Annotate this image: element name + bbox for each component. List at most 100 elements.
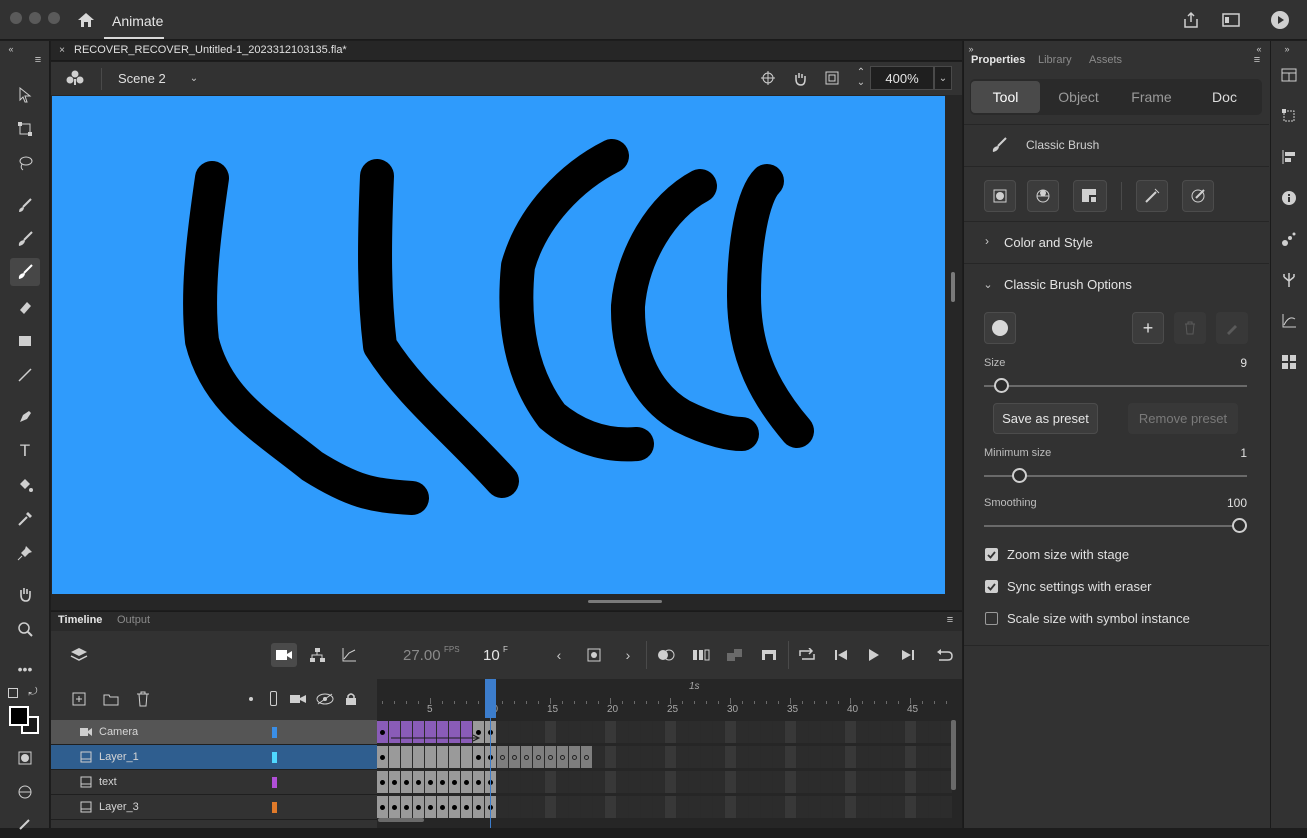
current-frame-value[interactable]: 10	[483, 647, 500, 664]
frame-cell[interactable]	[497, 771, 509, 793]
highlight-layers-icon[interactable]	[249, 697, 253, 701]
frame-cell[interactable]	[929, 721, 941, 743]
frame-cell[interactable]	[557, 796, 569, 818]
lock-fill-icon[interactable]	[1073, 180, 1107, 212]
frame-cell[interactable]	[785, 796, 797, 818]
frame-cell[interactable]	[689, 771, 701, 793]
frame-picker-icon[interactable]	[1279, 353, 1299, 371]
frame-cell[interactable]	[653, 796, 665, 818]
frame-cell[interactable]	[653, 771, 665, 793]
info-panel-icon[interactable]	[1279, 189, 1299, 207]
brush-tool-icon[interactable]	[10, 191, 40, 219]
frame-cell[interactable]	[617, 746, 629, 768]
pressure-sensitivity-icon[interactable]	[1136, 180, 1168, 212]
more-tools-icon[interactable]: •••	[10, 655, 40, 683]
frame-cell[interactable]	[761, 746, 773, 768]
layer-row-camera[interactable]: Camera	[51, 720, 377, 745]
test-movie-icon[interactable]	[1269, 9, 1291, 31]
frame-cell[interactable]	[749, 771, 761, 793]
selection-tool-icon[interactable]	[10, 81, 40, 109]
insert-keyframe-icon[interactable]	[584, 645, 604, 665]
edit-multiple-frames-icon[interactable]	[690, 645, 712, 665]
brush-shape-icon[interactable]	[984, 312, 1016, 344]
frame-cell[interactable]	[461, 746, 473, 768]
frame-cell[interactable]	[509, 771, 521, 793]
frame-cell[interactable]	[665, 771, 677, 793]
frame-cell[interactable]	[857, 796, 869, 818]
frame-cell[interactable]	[737, 771, 749, 793]
tools-menu-icon[interactable]: ≡	[32, 54, 44, 66]
onion-skin-icon[interactable]	[655, 645, 677, 665]
frame-cell[interactable]	[593, 796, 605, 818]
lasso-tool-icon[interactable]	[10, 149, 40, 177]
frame-cell[interactable]	[857, 771, 869, 793]
frame-cell[interactable]	[797, 721, 809, 743]
components-panel-icon[interactable]	[1279, 271, 1299, 289]
line-tool-icon[interactable]	[10, 361, 40, 389]
segment-object[interactable]: Object	[1044, 81, 1113, 113]
frame-cell[interactable]	[641, 796, 653, 818]
frame-cell[interactable]	[437, 746, 449, 768]
frame-cell[interactable]	[581, 771, 593, 793]
swatches-panel-icon[interactable]	[1279, 66, 1299, 84]
stage-vertical-scrollbar[interactable]	[951, 272, 955, 302]
zoom-stepper-icon[interactable]: ⌃ ⌄	[854, 66, 868, 90]
properties-menu-icon[interactable]: ≡	[1251, 54, 1263, 66]
collapse-tools-icon[interactable]: «	[6, 44, 16, 54]
frame-cell[interactable]	[629, 746, 641, 768]
frame-cell[interactable]	[797, 796, 809, 818]
frame-cell[interactable]	[581, 721, 593, 743]
frame-cell[interactable]	[521, 771, 533, 793]
frame-cell[interactable]	[773, 721, 785, 743]
min-size-slider-knob[interactable]	[1012, 468, 1027, 483]
frame-cell[interactable]	[413, 746, 425, 768]
frame-cell[interactable]	[845, 746, 857, 768]
frame-cell[interactable]	[893, 746, 905, 768]
frame-cell[interactable]	[869, 746, 881, 768]
step-forward-icon[interactable]	[897, 645, 919, 665]
frame-cell[interactable]	[929, 796, 941, 818]
frame-cell[interactable]	[893, 796, 905, 818]
frame-cell[interactable]	[677, 721, 689, 743]
frame-cell[interactable]	[761, 771, 773, 793]
frame-cell[interactable]	[569, 721, 581, 743]
frame-cell[interactable]	[797, 771, 809, 793]
layers-icon[interactable]	[68, 645, 90, 665]
size-slider-track[interactable]	[984, 385, 1247, 387]
frame-cell[interactable]	[857, 721, 869, 743]
frame-cell[interactable]	[641, 746, 653, 768]
size-slider-knob[interactable]	[994, 378, 1009, 393]
frame-cell[interactable]	[749, 796, 761, 818]
frame-cell[interactable]	[833, 746, 845, 768]
sync-eraser-checkbox[interactable]	[985, 580, 998, 593]
attach-camera-icon[interactable]	[288, 690, 308, 708]
frame-cell[interactable]	[449, 746, 461, 768]
frame-cell[interactable]	[821, 796, 833, 818]
frame-cell[interactable]	[929, 746, 941, 768]
frame-cell[interactable]	[569, 796, 581, 818]
rewind-icon[interactable]	[934, 645, 956, 665]
default-colors-icon[interactable]	[8, 688, 18, 698]
tab-output[interactable]: Output	[117, 614, 150, 626]
frame-cell[interactable]	[917, 721, 929, 743]
frame-cell[interactable]	[833, 721, 845, 743]
timeline-horizontal-scrollbar[interactable]	[378, 818, 424, 822]
rectangle-tool-icon[interactable]	[10, 327, 40, 355]
close-document-icon[interactable]: ×	[57, 45, 67, 56]
save-preset-button[interactable]: Save as preset	[993, 403, 1098, 434]
frame-cell[interactable]	[629, 771, 641, 793]
frame-cell[interactable]	[725, 721, 737, 743]
frame-cell[interactable]	[701, 771, 713, 793]
frame-cell[interactable]	[869, 796, 881, 818]
frame-cell[interactable]	[713, 746, 725, 768]
segment-doc[interactable]: Doc	[1190, 81, 1259, 113]
stroke-color-swatch[interactable]	[9, 706, 29, 726]
frame-cell[interactable]	[701, 746, 713, 768]
frame-cell[interactable]	[425, 746, 437, 768]
pressure-icon[interactable]	[10, 810, 40, 838]
zoom-tool-icon[interactable]	[10, 615, 40, 643]
hand-tool-icon[interactable]	[10, 580, 40, 608]
frame-cell[interactable]	[725, 796, 737, 818]
scale-size-label[interactable]: Scale size with symbol instance	[1007, 611, 1190, 626]
frame-cells[interactable]	[377, 720, 952, 820]
